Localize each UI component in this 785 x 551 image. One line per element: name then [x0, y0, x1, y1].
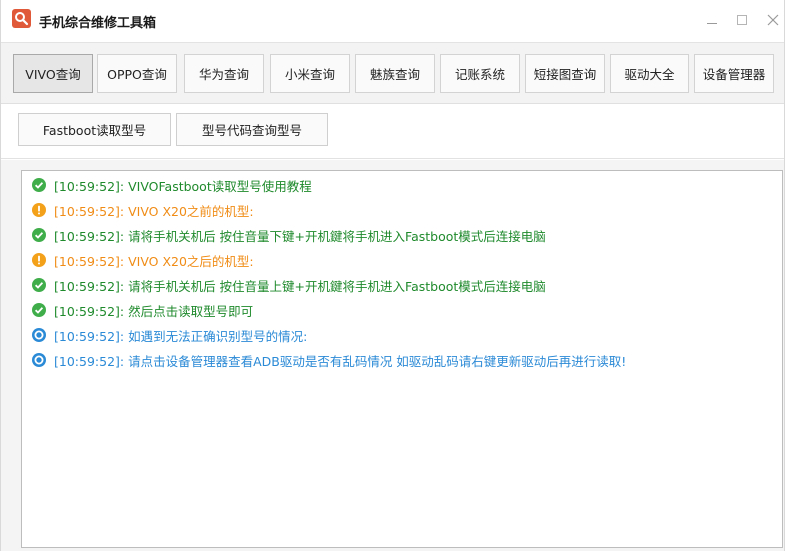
log-line: [10:59:52]: 请点击设备管理器查看ADB驱动是否有乱码情况 如驱动乱码… [32, 350, 626, 370]
minimize-button[interactable] [704, 12, 720, 28]
tab-drivers[interactable]: 驱动大全 [610, 54, 689, 93]
tab-vivo[interactable]: VIVO查询 [13, 54, 93, 93]
action-bar: Fastboot读取型号 型号代码查询型号 [1, 104, 784, 159]
minimize-icon [707, 23, 717, 24]
log-text: [10:59:52]: 请点击设备管理器查看ADB驱动是否有乱码情况 如驱动乱码… [54, 353, 627, 369]
app-search-icon [12, 9, 31, 28]
log-line: [10:59:52]: VIVO X20之后的机型: [32, 250, 254, 270]
maximize-icon [737, 15, 747, 25]
success-check-icon [32, 303, 46, 317]
warning-icon [32, 253, 46, 267]
tab-accounting[interactable]: 记账系统 [440, 54, 520, 93]
log-text: [10:59:52]: 如遇到无法正确识别型号的情况: [54, 328, 308, 344]
log-text: [10:59:52]: 然后点击读取型号即可 [54, 303, 254, 319]
app-window: 手机综合维修工具箱 VIVO查询 OPPO查询 华为查询 小米查询 魅族查询 记… [0, 0, 785, 551]
tab-huawei[interactable]: 华为查询 [184, 54, 264, 93]
log-line: [10:59:52]: VIVOFastboot读取型号使用教程 [32, 175, 312, 195]
tab-short-circuit-diagram[interactable]: 短接图查询 [525, 54, 605, 93]
tab-device-manager[interactable]: 设备管理器 [694, 54, 774, 93]
log-text: [10:59:52]: VIVOFastboot读取型号使用教程 [54, 178, 312, 194]
fastboot-read-model-button[interactable]: Fastboot读取型号 [18, 113, 171, 146]
tab-oppo[interactable]: OPPO查询 [97, 54, 177, 93]
log-line: [10:59:52]: VIVO X20之前的机型: [32, 200, 254, 220]
model-code-lookup-button[interactable]: 型号代码查询型号 [176, 113, 328, 146]
log-text: [10:59:52]: VIVO X20之后的机型: [54, 253, 254, 269]
log-text: [10:59:52]: VIVO X20之前的机型: [54, 203, 254, 219]
log-text: [10:59:52]: 请将手机关机后 按住音量下键+开机鍵将手机进入Fastb… [54, 228, 546, 244]
close-icon [767, 14, 779, 26]
maximize-button[interactable] [734, 12, 750, 28]
log-line: [10:59:52]: 如遇到无法正确识别型号的情况: [32, 325, 307, 345]
success-check-icon [32, 178, 46, 192]
log-line: [10:59:52]: 请将手机关机后 按住音量下键+开机鍵将手机进入Fastb… [32, 225, 546, 245]
log-line: [10:59:52]: 然后点击读取型号即可 [32, 300, 253, 320]
tab-xiaomi[interactable]: 小米查询 [270, 54, 350, 93]
success-check-icon [32, 278, 46, 292]
close-button[interactable] [765, 12, 781, 28]
warning-icon [32, 203, 46, 217]
window-title: 手机综合维修工具箱 [39, 16, 157, 31]
success-check-icon [32, 228, 46, 242]
info-ring-icon [32, 328, 46, 342]
log-line: [10:59:52]: 请将手机关机后 按住音量上键+开机鍵将手机进入Fastb… [32, 275, 546, 295]
tab-bar: VIVO查询 OPPO查询 华为查询 小米查询 魅族查询 记账系统 短接图查询 … [1, 42, 784, 104]
tab-meizu[interactable]: 魅族查询 [355, 54, 435, 93]
log-panel[interactable]: [10:59:52]: VIVOFastboot读取型号使用教程 [10:59:… [21, 170, 783, 548]
title-bar: 手机综合维修工具箱 [1, 0, 784, 42]
log-text: [10:59:52]: 请将手机关机后 按住音量上键+开机鍵将手机进入Fastb… [54, 278, 546, 294]
info-ring-icon [32, 353, 46, 367]
